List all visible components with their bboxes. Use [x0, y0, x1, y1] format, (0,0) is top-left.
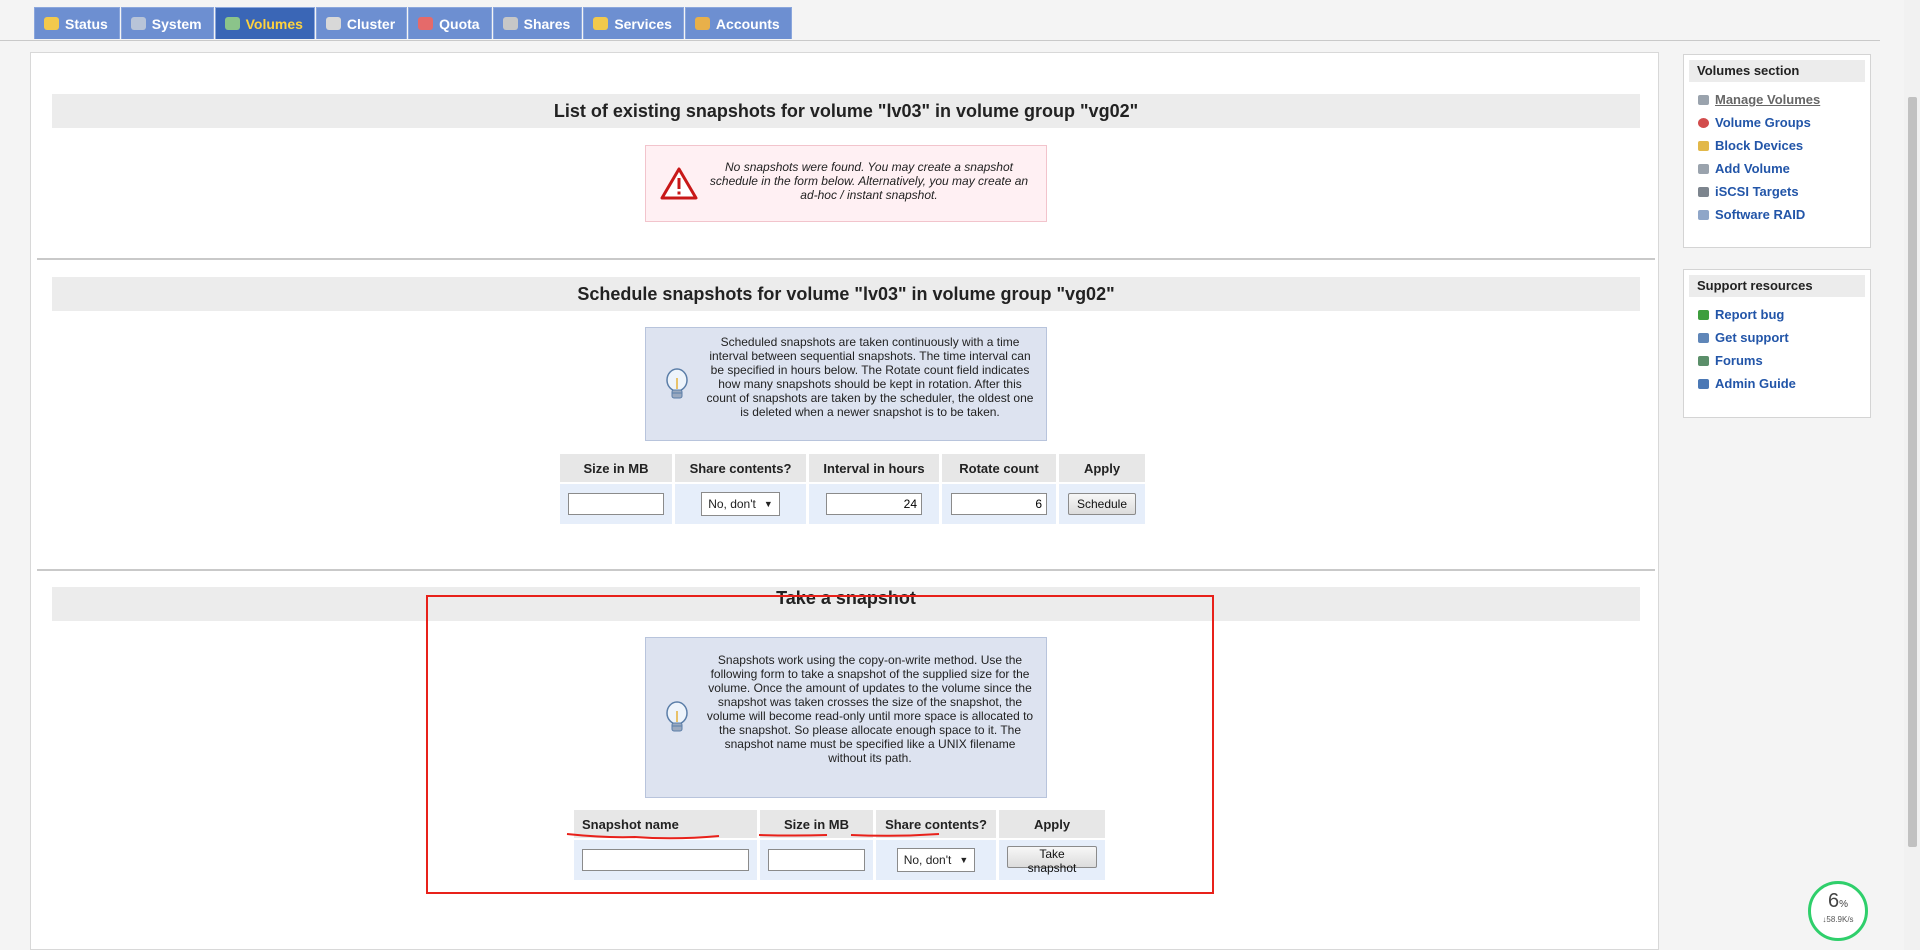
volumes-icon	[224, 17, 240, 30]
forums-icon	[1698, 355, 1709, 366]
annotation-underlines	[566, 833, 940, 840]
sidebar-item-iscsi-targets[interactable]: iSCSI Targets	[1684, 180, 1870, 203]
snapshot-size-input[interactable]	[768, 849, 865, 871]
existing-snapshots-title: List of existing snapshots for volume "l…	[52, 94, 1640, 128]
schedule-snapshots-title: Schedule snapshots for volume "lv03" in …	[52, 277, 1640, 311]
tab-shares[interactable]: Shares	[492, 7, 583, 39]
take-snapshot-info-box: Snapshots work using the copy-on-write m…	[645, 637, 1047, 798]
sidebar-item-get-support[interactable]: Get support	[1684, 326, 1870, 349]
schedule-button[interactable]: Schedule	[1067, 493, 1137, 515]
share-cell: No, don't ▼	[675, 484, 806, 524]
add-volume-icon	[1698, 163, 1709, 174]
col-size-in-mb: Size in MB	[560, 454, 672, 482]
schedule-size-input[interactable]	[568, 493, 664, 515]
take-snapshot-info-text: Snapshots work using the copy-on-write m…	[706, 653, 1034, 765]
speed-percent-unit: %	[1839, 899, 1849, 910]
snapshot-share-select[interactable]: No, don't ▼	[896, 848, 976, 872]
block-devices-icon	[1698, 140, 1709, 151]
software-raid-icon	[1698, 209, 1709, 220]
col-interval-hours: Interval in hours	[809, 454, 939, 482]
rotate-cell	[942, 484, 1056, 524]
size-cell	[560, 484, 672, 524]
sidebar-item-software-raid[interactable]: Software RAID	[1684, 203, 1870, 226]
services-icon	[593, 17, 609, 30]
schedule-info-box: Scheduled snapshots are taken continuous…	[645, 327, 1047, 441]
tab-quota[interactable]: Quota	[408, 7, 492, 39]
name-cell	[574, 840, 757, 880]
col-share-contents: Share contents?	[675, 454, 806, 482]
tab-services[interactable]: Services	[583, 7, 684, 39]
share-cell: No, don't ▼	[876, 840, 996, 880]
take-snapshot-title: Take a snapshot	[52, 587, 1640, 621]
col-apply: Apply	[1059, 454, 1145, 482]
top-nav-bar: Status System Volumes Cluster Quota Shar…	[0, 0, 1880, 41]
tab-accounts[interactable]: Accounts	[684, 7, 792, 39]
scrollbar-thumb[interactable]	[1908, 97, 1917, 847]
sidebar-item-manage-volumes[interactable]: Manage Volumes	[1684, 88, 1870, 111]
schedule-info-text: Scheduled snapshots are taken continuous…	[706, 335, 1034, 419]
network-speed-widget[interactable]: 6% ↓58.9K/s	[1808, 881, 1868, 941]
lightbulb-icon	[666, 701, 688, 732]
accounts-icon	[694, 17, 710, 30]
tab-cluster[interactable]: Cluster	[315, 7, 408, 39]
get-support-icon	[1698, 332, 1709, 343]
lightbulb-icon	[666, 368, 688, 399]
sidebar-item-volume-groups[interactable]: Volume Groups	[1684, 111, 1870, 134]
snapshot-name-input[interactable]	[582, 849, 749, 871]
sidebar-item-add-volume[interactable]: Add Volume	[1684, 157, 1870, 180]
take-snapshot-button[interactable]: Take snapshot	[1007, 845, 1097, 875]
system-icon	[130, 17, 146, 30]
support-section-title: Support resources	[1689, 275, 1865, 297]
shares-icon	[502, 17, 518, 30]
sidebar-item-forums[interactable]: Forums	[1684, 349, 1870, 372]
apply-cell: Schedule	[1059, 484, 1145, 524]
volume-groups-icon	[1698, 117, 1709, 128]
report-bug-icon	[1698, 309, 1709, 320]
tab-status[interactable]: Status	[34, 7, 120, 39]
support-sidebar: Support resources Report bug Get support…	[1683, 269, 1871, 418]
tab-system[interactable]: System	[120, 7, 214, 39]
cluster-icon	[325, 17, 341, 30]
no-snapshots-message: No snapshots were found. You may create …	[709, 160, 1029, 202]
size-cell	[760, 840, 873, 880]
schedule-form: Size in MB Share contents? Interval in h…	[557, 452, 1148, 526]
sidebar-item-report-bug[interactable]: Report bug	[1684, 303, 1870, 326]
apply-cell: Take snapshot	[999, 840, 1105, 880]
col-rotate-count: Rotate count	[942, 454, 1056, 482]
page-scrollbar[interactable]	[1904, 0, 1920, 950]
interval-cell	[809, 484, 939, 524]
warning-icon	[660, 167, 698, 200]
schedule-share-select[interactable]: No, don't ▼	[701, 492, 780, 516]
main-content: List of existing snapshots for volume "l…	[30, 52, 1659, 950]
schedule-rotate-input[interactable]	[951, 493, 1047, 515]
dropdown-arrow-icon: ▼	[763, 499, 773, 509]
take-snapshot-form: Snapshot name Size in MB Share contents?…	[571, 808, 1108, 882]
manage-volumes-icon	[1698, 94, 1709, 105]
speed-percent: 6	[1827, 890, 1840, 912]
dropdown-arrow-icon: ▼	[959, 855, 969, 865]
divider	[37, 569, 1655, 571]
quota-icon	[418, 17, 434, 30]
status-icon	[44, 17, 59, 30]
divider	[37, 258, 1655, 260]
speed-rate: ↓58.9K/s	[1822, 915, 1854, 924]
no-snapshots-warning: No snapshots were found. You may create …	[645, 145, 1047, 222]
sidebar-item-block-devices[interactable]: Block Devices	[1684, 134, 1870, 157]
tab-volumes[interactable]: Volumes	[214, 7, 315, 39]
main-tabs: Status System Volumes Cluster Quota Shar…	[34, 7, 793, 39]
iscsi-targets-icon	[1698, 186, 1709, 197]
volumes-sidebar: Volumes section Manage Volumes Volume Gr…	[1683, 54, 1871, 248]
admin-guide-icon	[1698, 378, 1709, 389]
volumes-section-title: Volumes section	[1689, 60, 1865, 82]
sidebar-item-admin-guide[interactable]: Admin Guide	[1684, 372, 1870, 395]
schedule-interval-input[interactable]	[826, 493, 922, 515]
